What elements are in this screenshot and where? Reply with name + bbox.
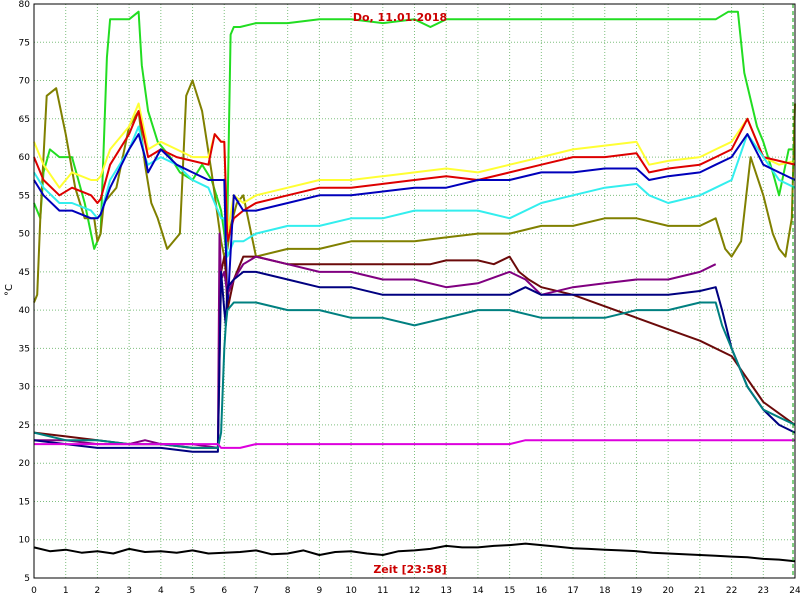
x-tick-label-13: 13 xyxy=(440,586,451,596)
y-tick-label-4: 25 xyxy=(19,421,30,431)
x-tick-label-19: 19 xyxy=(631,586,643,596)
chart-title: Do, 11.01.2018 xyxy=(353,11,447,24)
x-tick-label-0: 0 xyxy=(31,586,37,596)
y-tick-label-15: 80 xyxy=(19,0,31,10)
x-tick-label-8: 8 xyxy=(285,586,291,596)
x-tick-label-15: 15 xyxy=(504,586,515,596)
x-tick-label-4: 4 xyxy=(158,586,164,596)
y-tick-label-11: 60 xyxy=(19,153,31,163)
x-tick-label-20: 20 xyxy=(662,586,674,596)
y-tick-label-1: 10 xyxy=(19,536,31,546)
x-tick-label-14: 14 xyxy=(472,586,484,596)
y-tick-label-6: 35 xyxy=(19,344,30,354)
x-tick-label-2: 2 xyxy=(95,586,101,596)
x-tick-label-5: 5 xyxy=(190,586,196,596)
y-tick-label-5: 30 xyxy=(19,383,31,393)
x-tick-label-6: 6 xyxy=(221,586,227,596)
x-tick-label-7: 7 xyxy=(253,586,259,596)
x-tick-label-3: 3 xyxy=(126,586,132,596)
y-axis-label: °C xyxy=(4,284,15,296)
chart: 5101520253035404550556065707580 01234567… xyxy=(0,0,800,600)
x-tick-label-9: 9 xyxy=(317,586,323,596)
x-tick-label-17: 17 xyxy=(567,586,578,596)
x-tick-label-24: 24 xyxy=(789,586,800,596)
y-tick-label-2: 15 xyxy=(19,497,30,507)
y-tick-label-10: 55 xyxy=(19,191,30,201)
y-tick-label-8: 45 xyxy=(19,268,30,278)
x-tick-label-21: 21 xyxy=(694,586,705,596)
background xyxy=(0,0,800,600)
y-tick-label-13: 70 xyxy=(19,77,31,87)
y-tick-label-3: 20 xyxy=(19,459,31,469)
y-tick-label-12: 65 xyxy=(19,115,30,125)
y-tick-label-14: 75 xyxy=(19,38,30,48)
x-tick-label-23: 23 xyxy=(758,586,769,596)
y-tick-label-9: 50 xyxy=(19,230,31,240)
x-tick-label-12: 12 xyxy=(409,586,420,596)
x-tick-label-10: 10 xyxy=(345,586,357,596)
x-tick-label-22: 22 xyxy=(726,586,737,596)
x-tick-label-18: 18 xyxy=(599,586,611,596)
x-tick-label-11: 11 xyxy=(377,586,388,596)
x-tick-label-1: 1 xyxy=(63,586,69,596)
y-tick-label-0: 5 xyxy=(24,574,30,584)
x-tick-label-16: 16 xyxy=(536,586,548,596)
y-tick-label-7: 40 xyxy=(19,306,31,316)
x-axis-label: Zeit [23:58] xyxy=(373,563,446,576)
